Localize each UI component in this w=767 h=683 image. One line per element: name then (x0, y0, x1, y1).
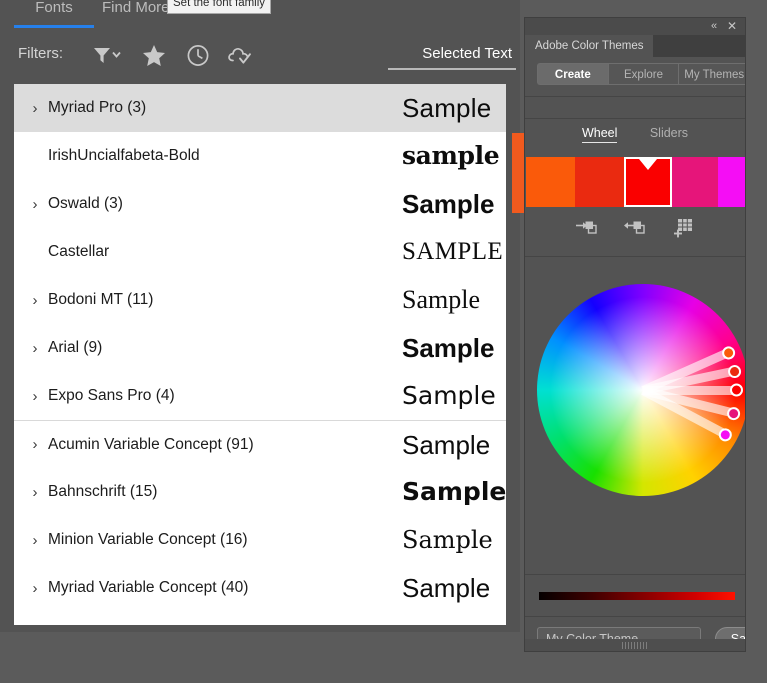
chevron-right-icon[interactable]: › (22, 292, 48, 309)
swatch-tools-row (525, 216, 745, 240)
tab-fonts-label: Fonts (35, 0, 73, 16)
filter-funnel-icon[interactable] (88, 40, 126, 70)
chevron-right-icon[interactable]: › (22, 484, 48, 501)
collapse-icon[interactable]: « (707, 20, 721, 32)
filter-bar: Filters: (0, 28, 520, 84)
font-list-row[interactable]: ›Myriad Variable Concept (40)Sample (14, 564, 506, 612)
font-sample-preview: sample (402, 141, 499, 171)
tab-create[interactable]: Create (537, 63, 608, 85)
subtab-wheel[interactable]: Wheel (582, 126, 617, 143)
filters-label: Filters: (18, 45, 63, 62)
font-list-row[interactable]: ›Minion Variable Concept (16)Sample (14, 516, 506, 564)
theme-swatch[interactable] (718, 157, 746, 207)
font-sample-preview: SAMPLE (402, 237, 503, 267)
theme-swatch[interactable] (526, 157, 575, 207)
font-sample-preview: Sample (402, 333, 495, 363)
chevron-right-icon[interactable]: › (22, 100, 48, 117)
color-mode-subtabs: Wheel Sliders (525, 124, 745, 146)
adobe-color-themes-panel: « ✕ Adobe Color Themes Create Explore My… (524, 17, 746, 652)
theme-swatch[interactable] (624, 157, 672, 207)
tab-explore[interactable]: Explore (608, 63, 679, 85)
activated-fonts-cloud-icon[interactable] (225, 40, 255, 70)
recently-used-clock-icon[interactable] (183, 40, 213, 70)
chevron-placeholder: › (22, 148, 48, 165)
divider (525, 118, 745, 119)
wheel-color-handle[interactable] (726, 405, 742, 421)
font-sample-preview: Sample (402, 93, 491, 123)
color-wheel-markers (537, 284, 746, 496)
font-sample-preview: Sample (402, 430, 490, 460)
font-sample-preview: Sample (402, 285, 480, 315)
wheel-color-handle[interactable] (727, 363, 742, 378)
font-sample-preview: Sample (402, 477, 506, 507)
set-active-color-from-selected-icon[interactable] (622, 216, 648, 240)
chevron-right-icon[interactable]: › (22, 340, 48, 357)
color-panel-segmented-control: Create Explore My Themes (537, 63, 746, 85)
selected-text-underline (388, 68, 516, 70)
panel-resize-gripper[interactable] (525, 639, 745, 651)
font-list-row[interactable]: ›Myriad Pro (3)Sample (14, 84, 506, 132)
font-list-row[interactable]: ›IrishUncialfabeta-Boldsample (14, 132, 506, 180)
selected-swatch-marker (639, 159, 657, 170)
gripper-lines (622, 642, 648, 649)
font-list-row[interactable]: ›Oswald (3)Sample (14, 180, 506, 228)
color-panel-titlebar: « ✕ (525, 18, 745, 35)
font-list-row[interactable]: ›Bahnschrift (15)Sample (14, 468, 506, 516)
subtab-sliders[interactable]: Sliders (650, 126, 688, 142)
font-list-row[interactable]: ›Bodoni MT (11)Sample (14, 276, 506, 324)
font-sample-preview: Sample (402, 381, 496, 411)
color-panel-title[interactable]: Adobe Color Themes (525, 35, 653, 57)
font-list-row[interactable]: ›Acumin Variable Concept (91)Sample (14, 420, 506, 468)
font-list-row[interactable]: ›Expo Sans Pro (4)Sample (14, 372, 506, 420)
chevron-right-icon[interactable]: › (22, 196, 48, 213)
font-sample-preview: Sample (402, 525, 493, 555)
tab-my-themes[interactable]: My Themes (678, 63, 746, 85)
panel-clip-mask (746, 0, 767, 683)
brightness-slider[interactable] (539, 592, 735, 600)
chevron-right-icon[interactable]: › (22, 580, 48, 597)
font-list-row[interactable]: ›Arial (9)Sample (14, 324, 506, 372)
divider (525, 96, 745, 97)
wheel-color-handle[interactable] (730, 384, 743, 397)
chevron-right-icon[interactable]: › (22, 532, 48, 549)
tab-find-more-label: Find More (102, 0, 170, 16)
divider (525, 574, 745, 575)
divider (525, 616, 745, 617)
font-family-tooltip: Set the font family (167, 0, 271, 14)
favorites-star-icon[interactable] (139, 40, 169, 70)
chevron-right-icon[interactable]: › (22, 388, 48, 405)
wheel-color-handle[interactable] (720, 343, 737, 360)
tab-fonts[interactable]: Fonts (14, 0, 94, 28)
font-list-row[interactable]: ›Source Code Variable (14)Sample (14, 612, 506, 625)
brightness-slider-wrap (525, 588, 745, 606)
screen-root: Fonts Find More Set the font family Filt… (0, 0, 767, 683)
close-icon[interactable]: ✕ (725, 20, 739, 32)
font-sample-preview: Sample (402, 621, 489, 625)
theme-swatch-row[interactable] (526, 157, 746, 207)
selected-text-label: Selected Text (422, 45, 512, 62)
color-wheel-area (525, 266, 745, 566)
color-panel-tab-row: Adobe Color Themes (525, 35, 745, 57)
font-list[interactable]: ›Myriad Pro (3)Sample›IrishUncialfabeta-… (14, 84, 506, 625)
font-sample-preview: Sample (402, 573, 490, 603)
set-selected-color-from-active-icon[interactable] (574, 216, 600, 240)
theme-swatch[interactable] (672, 157, 718, 207)
wheel-color-handle[interactable] (717, 425, 735, 443)
chevron-right-icon[interactable]: › (22, 436, 48, 453)
chevron-placeholder: › (22, 244, 48, 261)
fonts-panel-tab-strip: Fonts Find More Set the font family (0, 0, 520, 28)
divider (525, 256, 745, 257)
theme-swatch[interactable] (575, 157, 624, 207)
font-sample-preview: Sample (402, 189, 495, 219)
color-wheel[interactable] (537, 284, 746, 496)
add-theme-to-swatches-icon[interactable] (670, 216, 696, 240)
fonts-panel: Fonts Find More Set the font family Filt… (0, 0, 520, 632)
font-list-row[interactable]: ›CastellarSAMPLE (14, 228, 506, 276)
